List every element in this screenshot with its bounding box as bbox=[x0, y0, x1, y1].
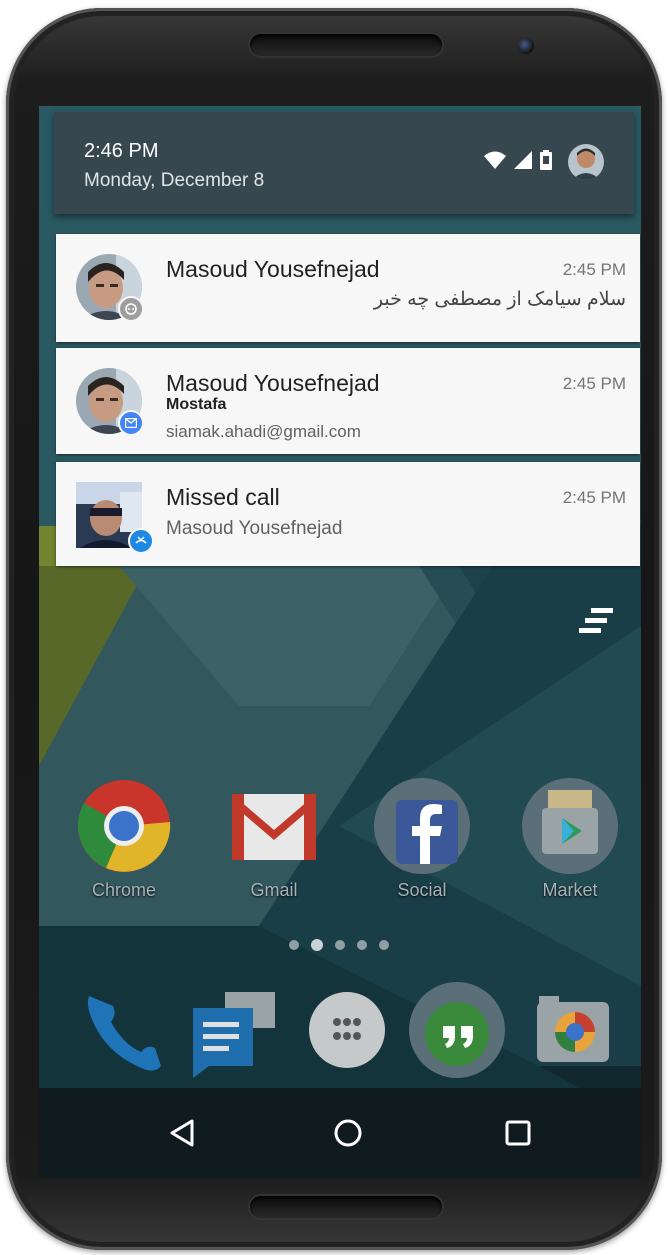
notification-title: Missed call bbox=[166, 484, 280, 510]
notification-time: 2:45 PM bbox=[562, 374, 626, 393]
mail-icon bbox=[118, 410, 144, 436]
page-dot bbox=[289, 940, 299, 950]
front-camera bbox=[518, 38, 534, 54]
home-button[interactable] bbox=[325, 1110, 371, 1156]
page-dot-active bbox=[311, 939, 323, 951]
notification-time: 2:45 PM bbox=[562, 260, 626, 279]
notification-time: 2:45 PM bbox=[562, 488, 626, 507]
app-gmail[interactable]: Gmail bbox=[214, 778, 334, 901]
phone-frame: 2:46 PM Monday, December 8 Masoud Yousef… bbox=[6, 8, 662, 1250]
notification-message: سلام سیامک از مصطفی چه خبر bbox=[373, 289, 626, 310]
navigation-bar bbox=[39, 1088, 641, 1178]
phone-icon[interactable] bbox=[79, 982, 175, 1078]
app-drawer-icon[interactable] bbox=[299, 982, 395, 1078]
back-button[interactable] bbox=[159, 1110, 205, 1156]
chat-bubble-icon bbox=[118, 296, 144, 322]
camera-icon[interactable] bbox=[525, 982, 621, 1078]
page-dot bbox=[379, 940, 389, 950]
app-label: Gmail bbox=[250, 880, 298, 900]
social-folder-icon bbox=[374, 778, 470, 874]
market-folder-icon bbox=[522, 778, 618, 874]
notification-title: Masoud Yousefnejad bbox=[166, 256, 380, 282]
app-label: Market bbox=[542, 880, 598, 900]
gmail-icon bbox=[226, 778, 322, 874]
app-social-folder[interactable]: Social bbox=[362, 778, 482, 901]
notification-missed-call[interactable]: Missed call 2:45 PM Masoud Yousefnejad bbox=[56, 462, 640, 566]
notification-title: Masoud Yousefnejad bbox=[166, 370, 380, 396]
page-dot bbox=[335, 940, 345, 950]
caller-name: Masoud Yousefnejad bbox=[166, 518, 343, 539]
app-chrome[interactable]: Chrome bbox=[64, 778, 184, 901]
top-speaker bbox=[250, 34, 442, 56]
clock: 2:46 PM bbox=[84, 140, 159, 162]
email-address: siamak.ahadi@gmail.com bbox=[166, 422, 361, 441]
app-market-folder[interactable]: Market bbox=[510, 778, 630, 901]
sender-avatar bbox=[76, 254, 146, 324]
wifi-icon bbox=[484, 151, 506, 174]
bottom-speaker bbox=[250, 1196, 442, 1218]
clear-all-button[interactable] bbox=[577, 606, 617, 636]
notification-shade-header[interactable]: 2:46 PM Monday, December 8 bbox=[54, 112, 634, 214]
notification-email[interactable]: Masoud Yousefnejad 2:45 PM Mostafa siama… bbox=[56, 348, 640, 454]
hangouts-icon[interactable] bbox=[409, 982, 505, 1078]
recents-button[interactable] bbox=[495, 1110, 541, 1156]
date: Monday, December 8 bbox=[84, 170, 265, 191]
notification-hangouts[interactable]: Masoud Yousefnejad 2:45 PM سلام سیامک از… bbox=[56, 234, 640, 342]
email-subject: Mostafa bbox=[166, 396, 227, 413]
page-indicator bbox=[289, 939, 389, 951]
screen: 2:46 PM Monday, December 8 Masoud Yousef… bbox=[39, 106, 641, 1178]
page-dot bbox=[357, 940, 367, 950]
app-label: Social bbox=[397, 880, 447, 900]
signal-icon bbox=[514, 150, 532, 174]
user-avatar[interactable] bbox=[568, 144, 604, 180]
messaging-icon[interactable] bbox=[189, 982, 285, 1078]
app-label: Chrome bbox=[91, 880, 157, 900]
sender-avatar bbox=[76, 368, 146, 438]
chrome-icon bbox=[76, 778, 172, 874]
status-icons bbox=[484, 144, 604, 180]
battery-icon bbox=[540, 149, 552, 175]
missed-call-icon bbox=[128, 528, 154, 554]
